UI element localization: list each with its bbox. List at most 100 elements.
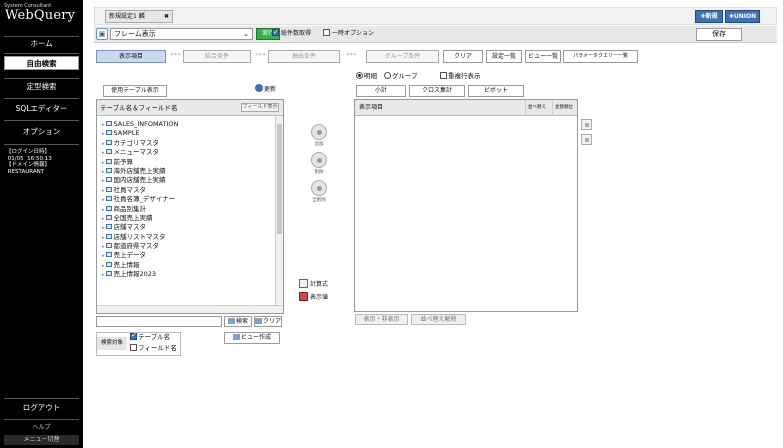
tree-item-table[interactable]: ▸ 店舗マスタ <box>102 223 272 232</box>
radio-group[interactable]: グループ <box>384 71 418 81</box>
display-value-button[interactable]: 表示値 <box>299 292 328 303</box>
sort-cancel-button[interactable]: 並べ替え解除 <box>411 314 466 325</box>
temp-option-checkbox[interactable]: 一時オプション <box>323 29 374 39</box>
delete-button[interactable] <box>311 152 327 168</box>
expand-icon[interactable]: ▸ <box>102 131 105 137</box>
tree-item-table[interactable]: ▸ 前予算 <box>102 158 272 167</box>
expand-icon[interactable]: ▸ <box>102 197 105 203</box>
field-display-button[interactable]: フィールド表示 <box>241 103 279 112</box>
new-button[interactable]: ✚新規 <box>695 10 723 23</box>
used-table-button[interactable]: 使用テーブル表示 <box>103 85 167 97</box>
tree-item-table[interactable]: ▸ カテゴリマスタ <box>102 139 272 148</box>
expand-icon[interactable]: ▸ <box>102 216 105 222</box>
move-down-button[interactable] <box>581 134 592 145</box>
clear-button[interactable]: クリア <box>443 50 483 63</box>
logout-button[interactable]: ログアウト <box>4 401 79 415</box>
total-count-label: 総件数取得 <box>281 30 312 37</box>
tree-item-table[interactable]: ▸ 海外店舗売上実績 <box>102 167 272 176</box>
expand-icon[interactable]: ▸ <box>102 160 105 166</box>
frame-select-value: フレーム表示 <box>114 30 156 38</box>
cross-tab-button[interactable]: クロス集計 <box>409 85 465 97</box>
tree-item-table[interactable]: ▸ 社員名簿_デザイナー <box>102 195 272 204</box>
checkbox-checked <box>130 331 137 340</box>
logo: WebQuery <box>5 8 76 23</box>
expand-icon[interactable]: ▸ <box>102 169 105 175</box>
frame-select[interactable]: フレーム表示 ⌄ <box>110 28 253 40</box>
delete-all-button[interactable] <box>311 180 327 196</box>
nav-item-sql-editor[interactable]: SQLエディター <box>4 102 79 116</box>
expand-icon[interactable]: ▸ <box>102 207 105 213</box>
expand-icon[interactable]: ▸ <box>102 253 105 259</box>
tab-query-1[interactable]: 新規設定1 麟 ✖ <box>105 10 173 23</box>
vertical-scrollbar[interactable] <box>275 116 283 305</box>
tree-item-table[interactable]: ▸ 売上データ <box>102 251 272 260</box>
tree-item-table[interactable]: ▸ 社員マスタ <box>102 186 272 195</box>
duplicate-rows-checkbox[interactable]: 重複行表示 <box>440 71 481 81</box>
search-button[interactable]: 検索 <box>224 316 252 327</box>
view-list-button[interactable]: ビュー一覧 <box>525 50 561 63</box>
expand-icon[interactable]: ▸ <box>102 235 105 241</box>
expand-icon[interactable]: ▸ <box>102 225 105 231</box>
horizontal-scrollbar[interactable] <box>97 305 283 313</box>
tree-item-table[interactable]: ▸ SAMPLE <box>102 129 272 138</box>
tree-item-table[interactable]: ▸ 売上情報 <box>102 261 272 270</box>
tree-item-table[interactable]: ▸ SALES_INFOMATION <box>102 120 272 129</box>
expand-icon[interactable]: ▸ <box>102 272 105 278</box>
frame-icon: ▣ <box>96 28 108 40</box>
tree-item-table[interactable]: ▸ 国内店舗売上実績 <box>102 176 272 185</box>
nav-item-options[interactable]: オプション <box>4 125 79 139</box>
expand-icon[interactable]: ▸ <box>102 188 105 194</box>
nav-item-home[interactable]: ホーム <box>4 37 79 51</box>
clear-search-button[interactable]: クリア <box>254 316 282 327</box>
tab-join-conditions[interactable]: 結合条件 <box>183 50 251 63</box>
table-name: SALES_INFOMATION <box>113 120 179 128</box>
pivot-button[interactable]: ピボット <box>468 85 524 97</box>
expand-icon[interactable]: ▸ <box>102 178 105 184</box>
move-up-button[interactable] <box>581 119 592 130</box>
expand-icon[interactable]: ▸ <box>102 122 105 128</box>
show-hide-button[interactable]: 表示・非表示 <box>355 314 408 325</box>
scrollbar-thumb[interactable] <box>277 124 282 234</box>
radio-detail[interactable]: 明細 <box>356 71 377 81</box>
view-create-button[interactable]: ビュー作成 <box>224 332 280 344</box>
expand-icon[interactable]: ▸ <box>102 244 105 250</box>
table-icon <box>105 196 112 202</box>
total-count-checkbox[interactable]: 総件数取得 <box>272 27 312 39</box>
formula-button[interactable]: 計算式 <box>299 279 328 290</box>
help-link[interactable]: ヘルプ <box>4 423 79 433</box>
nav-divider <box>4 398 79 399</box>
nav-item-fixed-search[interactable]: 定型検索 <box>4 80 79 94</box>
table-name: 海外店舗売上実績 <box>113 166 166 175</box>
subtotal-button[interactable]: 小計 <box>356 85 406 97</box>
tab-display-items[interactable]: 表示項目 <box>96 50 166 63</box>
tree-item-table[interactable]: ▸ メニューマスタ <box>102 148 272 157</box>
expand-icon[interactable]: ▸ <box>102 150 105 156</box>
menu-toggle-button[interactable]: メニュー切替 <box>4 435 79 445</box>
clear-search-label: クリア <box>263 318 282 325</box>
tree-item-table[interactable]: ▸ 売上情報2023 <box>102 270 272 279</box>
tab-group-conditions[interactable]: グループ条件 <box>366 50 439 63</box>
tree-item-table[interactable]: ▸ 店舗リストマスタ <box>102 233 272 242</box>
table-name-checkbox[interactable]: テーブル名 <box>130 331 170 342</box>
table-name: 商品別集計 <box>113 204 147 213</box>
search-input[interactable] <box>96 316 222 327</box>
settings-list-button[interactable]: 設定一覧 <box>486 50 522 63</box>
field-name-checkbox[interactable]: フィールド名 <box>130 344 177 353</box>
table-icon <box>105 214 112 220</box>
tree-item-table[interactable]: ▸ 全国売上実績 <box>102 214 272 223</box>
tree-item-table[interactable]: ▸ 商品別集計 <box>102 205 272 214</box>
tab-extract-conditions[interactable]: 抽出条件 <box>268 50 340 63</box>
close-icon[interactable]: ✖ <box>164 11 169 22</box>
table-icon <box>105 261 112 267</box>
expand-icon[interactable]: ▸ <box>102 263 105 269</box>
tree-header: テーブル名＆フィールド名 フィールド表示 <box>97 100 283 116</box>
nav-item-free-search[interactable]: 自由検索 <box>4 56 79 70</box>
union-button[interactable]: ✚UNION <box>725 10 760 23</box>
save-button[interactable]: 保存 <box>696 28 742 41</box>
refresh-button[interactable]: 更新 <box>255 84 281 96</box>
param-query-list-button[interactable]: パラメータクエリー一覧 <box>563 50 638 63</box>
add-button[interactable] <box>311 124 327 140</box>
table-icon <box>105 177 112 183</box>
tab-label: 新規設定1 麟 <box>109 13 145 20</box>
expand-icon[interactable]: ▸ <box>102 141 105 147</box>
